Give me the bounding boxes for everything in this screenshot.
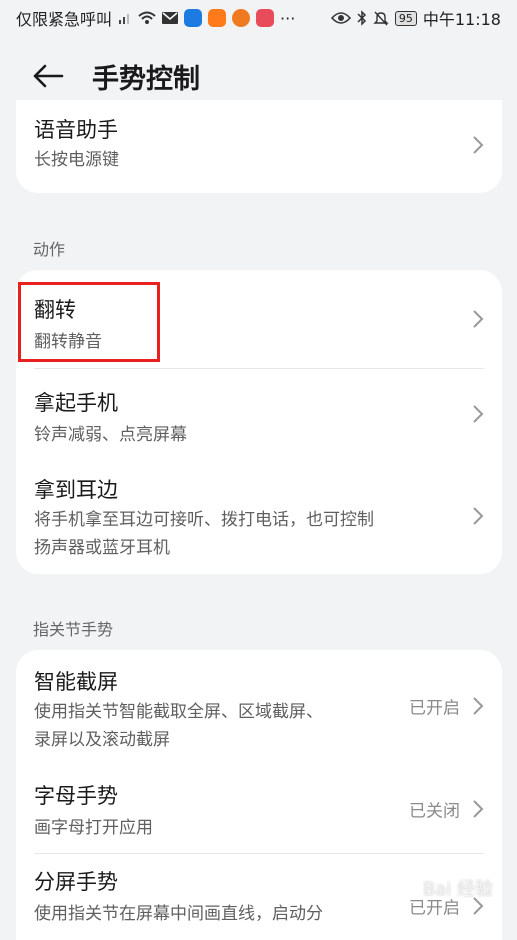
- chevron-right-icon: [473, 507, 484, 525]
- carrier-text: 仅限紧急呼叫: [16, 10, 113, 29]
- section-header-knuckle: 指关节手势: [33, 620, 114, 639]
- settings-card-top: 语音助手 长按电源键: [16, 100, 502, 193]
- back-arrow-icon: [33, 64, 64, 88]
- status-bar: 仅限紧急呼叫 ··· 95 中午11:18: [0, 0, 517, 36]
- list-item-voice-assistant[interactable]: 语音助手 长按电源键: [16, 114, 502, 176]
- chevron-right-icon: [473, 136, 484, 154]
- app-pumpkin-icon: [232, 9, 251, 27]
- page-title: 手势控制: [92, 63, 200, 95]
- list-item-letter-gesture[interactable]: 字母手势 画字母打开应用 已关闭: [16, 766, 502, 852]
- item-title: 语音助手: [34, 118, 118, 142]
- mail-icon: [162, 12, 179, 24]
- status-value: 已开启: [409, 698, 460, 719]
- item-subtitle: 长按电源键: [34, 150, 119, 170]
- item-title: 拿到耳边: [34, 478, 118, 502]
- more-icon: ···: [280, 8, 296, 28]
- signal-icon: [119, 14, 130, 24]
- item-title: 拿起手机: [34, 391, 118, 415]
- app-home-icon: [208, 9, 227, 27]
- app-chat-icon: [256, 9, 275, 27]
- list-item-raise-to-ear[interactable]: 拿到耳边 将手机拿至耳边可接听、拨打电话，也可控制 扬声器或蓝牙耳机: [16, 458, 502, 574]
- clock: 中午11:18: [422, 10, 501, 29]
- wifi-icon: [138, 11, 156, 24]
- list-item-smart-screenshot[interactable]: 智能截屏 使用指关节智能截取全屏、区域截屏、 录屏以及滚动截屏 已开启: [16, 650, 502, 762]
- bluetooth-icon: [357, 10, 366, 26]
- chevron-right-icon: [473, 697, 484, 715]
- back-button[interactable]: [18, 46, 78, 106]
- item-subtitle: 将手机拿至耳边可接听、拨打电话，也可控制 扬声器或蓝牙耳机: [34, 508, 484, 561]
- section-header-actions: 动作: [33, 240, 66, 259]
- item-subtitle-line: 扬声器或蓝牙耳机: [34, 538, 170, 558]
- chevron-right-icon: [473, 404, 484, 423]
- item-subtitle-line: 录屏以及滚动截屏: [34, 730, 170, 750]
- app-shield-icon: [184, 9, 203, 27]
- eye-icon: [330, 12, 351, 24]
- list-item-pickup[interactable]: 拿起手机 铃声减弱、点亮屏幕: [16, 369, 502, 458]
- item-subtitle-line: 将手机拿至耳边可接听、拨打电话，也可控制: [34, 510, 374, 530]
- app-header: 手势控制: [0, 46, 517, 106]
- chevron-right-icon: [473, 800, 484, 818]
- item-title: 分屏手势: [34, 870, 118, 894]
- status-value: 已关闭: [409, 801, 460, 822]
- mute-icon: [373, 11, 389, 26]
- watermark: Bai 经验: [422, 879, 493, 900]
- highlight-box: [18, 282, 160, 362]
- battery-indicator: 95: [394, 10, 417, 26]
- chevron-right-icon: [473, 310, 484, 328]
- item-title: 智能截屏: [34, 670, 118, 694]
- item-subtitle: 铃声减弱、点亮屏幕: [34, 425, 187, 445]
